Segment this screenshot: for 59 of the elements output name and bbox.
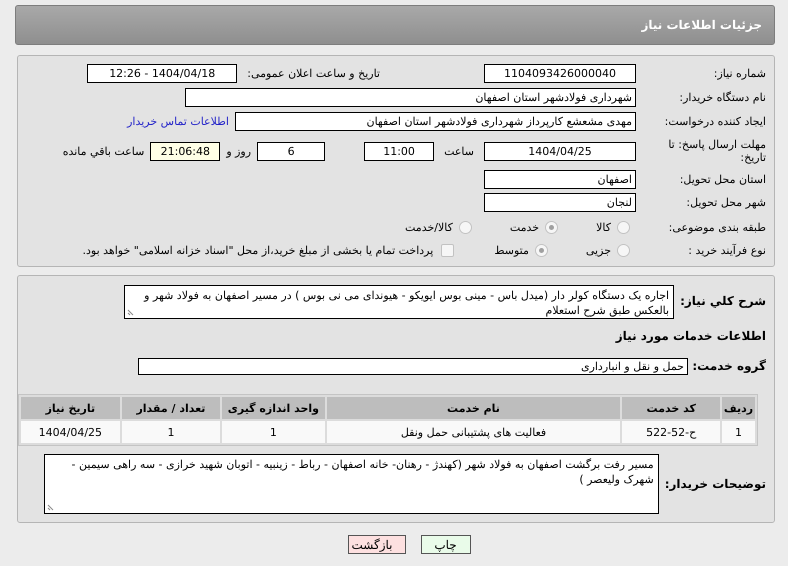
treasury-note: پرداخت تمام یا بخشی از مبلغ خرید،از محل "اسناد خزانه اسلامی" خواهد بود. <box>82 244 434 256</box>
field-label: مهلت ارسال پاسخ: تا تاریخ: <box>667 138 766 164</box>
column-header: ردیف <box>722 397 755 419</box>
option-label: خدمت <box>510 220 540 234</box>
option-label: کالا/خدمت <box>405 220 453 234</box>
deadline-date-field[interactable]: 1404/04/25 <box>484 142 636 160</box>
field-label: طبقه بندی موضوعی: <box>668 220 767 234</box>
back-button[interactable]: بازگشت <box>348 535 406 554</box>
radio-button[interactable] <box>534 244 548 256</box>
resize-grip-icon[interactable] <box>127 308 136 316</box>
column-header: کد خدمت <box>622 397 720 419</box>
section-heading: اطلاعات خدمات مورد نیاز <box>616 329 766 343</box>
buyer-notes-field[interactable]: مسیر رفت برگشت اصفهان به فولاد شهر (کهندژ - رهنان- خانه اصفهان - رباط - زینبیه - اتوبان شهید خرازی - سه راهی سیمین - شهرک ولیعصر ) <box>44 454 659 514</box>
radio-button[interactable] <box>617 220 630 234</box>
description-field[interactable]: اجاره یک دستگاه کولر دار (میدل باس - مینی بوس ایویکو - هیوندای می نی بوس ) در مسیر اصفهان به فولاد شهر و بالعکس طبق شرح استعلام <box>124 285 674 319</box>
requester-field[interactable]: مهدی مشعشع کارپرداز شهرداری فولادشهر استان اصفهان <box>235 112 636 130</box>
field-label: گروه خدمت: <box>691 359 767 373</box>
option-label: جزیی <box>586 244 611 256</box>
field-label: ایجاد کننده درخواست: <box>664 114 767 128</box>
table-cell: فعالیت های پشتیبانی حمل ونقل <box>326 421 620 443</box>
province-field[interactable]: اصفهان <box>484 170 636 188</box>
option-label: متوسط <box>494 244 529 256</box>
service-group-field[interactable]: حمل و نقل و انبارداری <box>138 358 688 374</box>
field-label: استان محل تحویل: <box>678 172 767 186</box>
table-cell: ح-52-522 <box>622 421 720 443</box>
print-button[interactable]: چاپ <box>420 535 470 554</box>
field-label: ساعت <box>444 144 474 158</box>
column-header: تعداد / مقدار <box>122 397 220 419</box>
field-label: شرح کلي نياز: <box>680 294 767 308</box>
checkbox[interactable] <box>441 244 454 256</box>
field-label: توضیحات خریدار: <box>664 477 767 491</box>
contact-link[interactable]: اطلاعات تماس خریدار <box>127 114 229 128</box>
deadline-time-field[interactable]: 11:00 <box>364 142 434 160</box>
table-cell: 1 <box>722 421 755 443</box>
radio-button[interactable] <box>458 220 472 234</box>
need-number-field[interactable]: 1104093426000040 <box>484 64 636 82</box>
radio-button[interactable] <box>617 244 630 256</box>
days-field[interactable]: 6 <box>257 142 326 160</box>
column-header: نام خدمت <box>326 397 620 419</box>
table-cell: 1 <box>122 421 220 443</box>
field-label: نوع فرآیند خرید : <box>687 244 767 256</box>
column-header: واحد اندازه گیری <box>222 397 325 419</box>
table-cell: 1404/04/25 <box>21 421 120 443</box>
option-label: کالا <box>596 220 611 234</box>
radio-button[interactable] <box>545 220 558 234</box>
announce-date-field[interactable]: 1404/04/18 - 12:26 <box>87 64 238 82</box>
field-label: شماره نیاز: <box>712 66 767 80</box>
city-field[interactable]: لنجان <box>484 192 636 212</box>
field-label: ساعت باقي مانده <box>62 144 144 158</box>
column-header: تاریخ نیاز <box>21 397 120 419</box>
field-label: شهر محل تحویل: <box>685 196 767 208</box>
field-label: نام دستگاه خریدار: <box>678 90 767 104</box>
remaining-time-field[interactable]: 21:06:48 <box>150 142 220 160</box>
page-title: جزئیات اطلاعات نیاز <box>15 5 775 45</box>
field-label: روز و <box>226 144 252 158</box>
resize-grip-icon[interactable] <box>46 503 55 511</box>
buyer-name-field[interactable]: شهرداری فولادشهر استان اصفهان <box>185 88 636 106</box>
field-label: تاریخ و ساعت اعلان عمومی: <box>247 66 380 80</box>
table-cell: 1 <box>222 421 325 443</box>
